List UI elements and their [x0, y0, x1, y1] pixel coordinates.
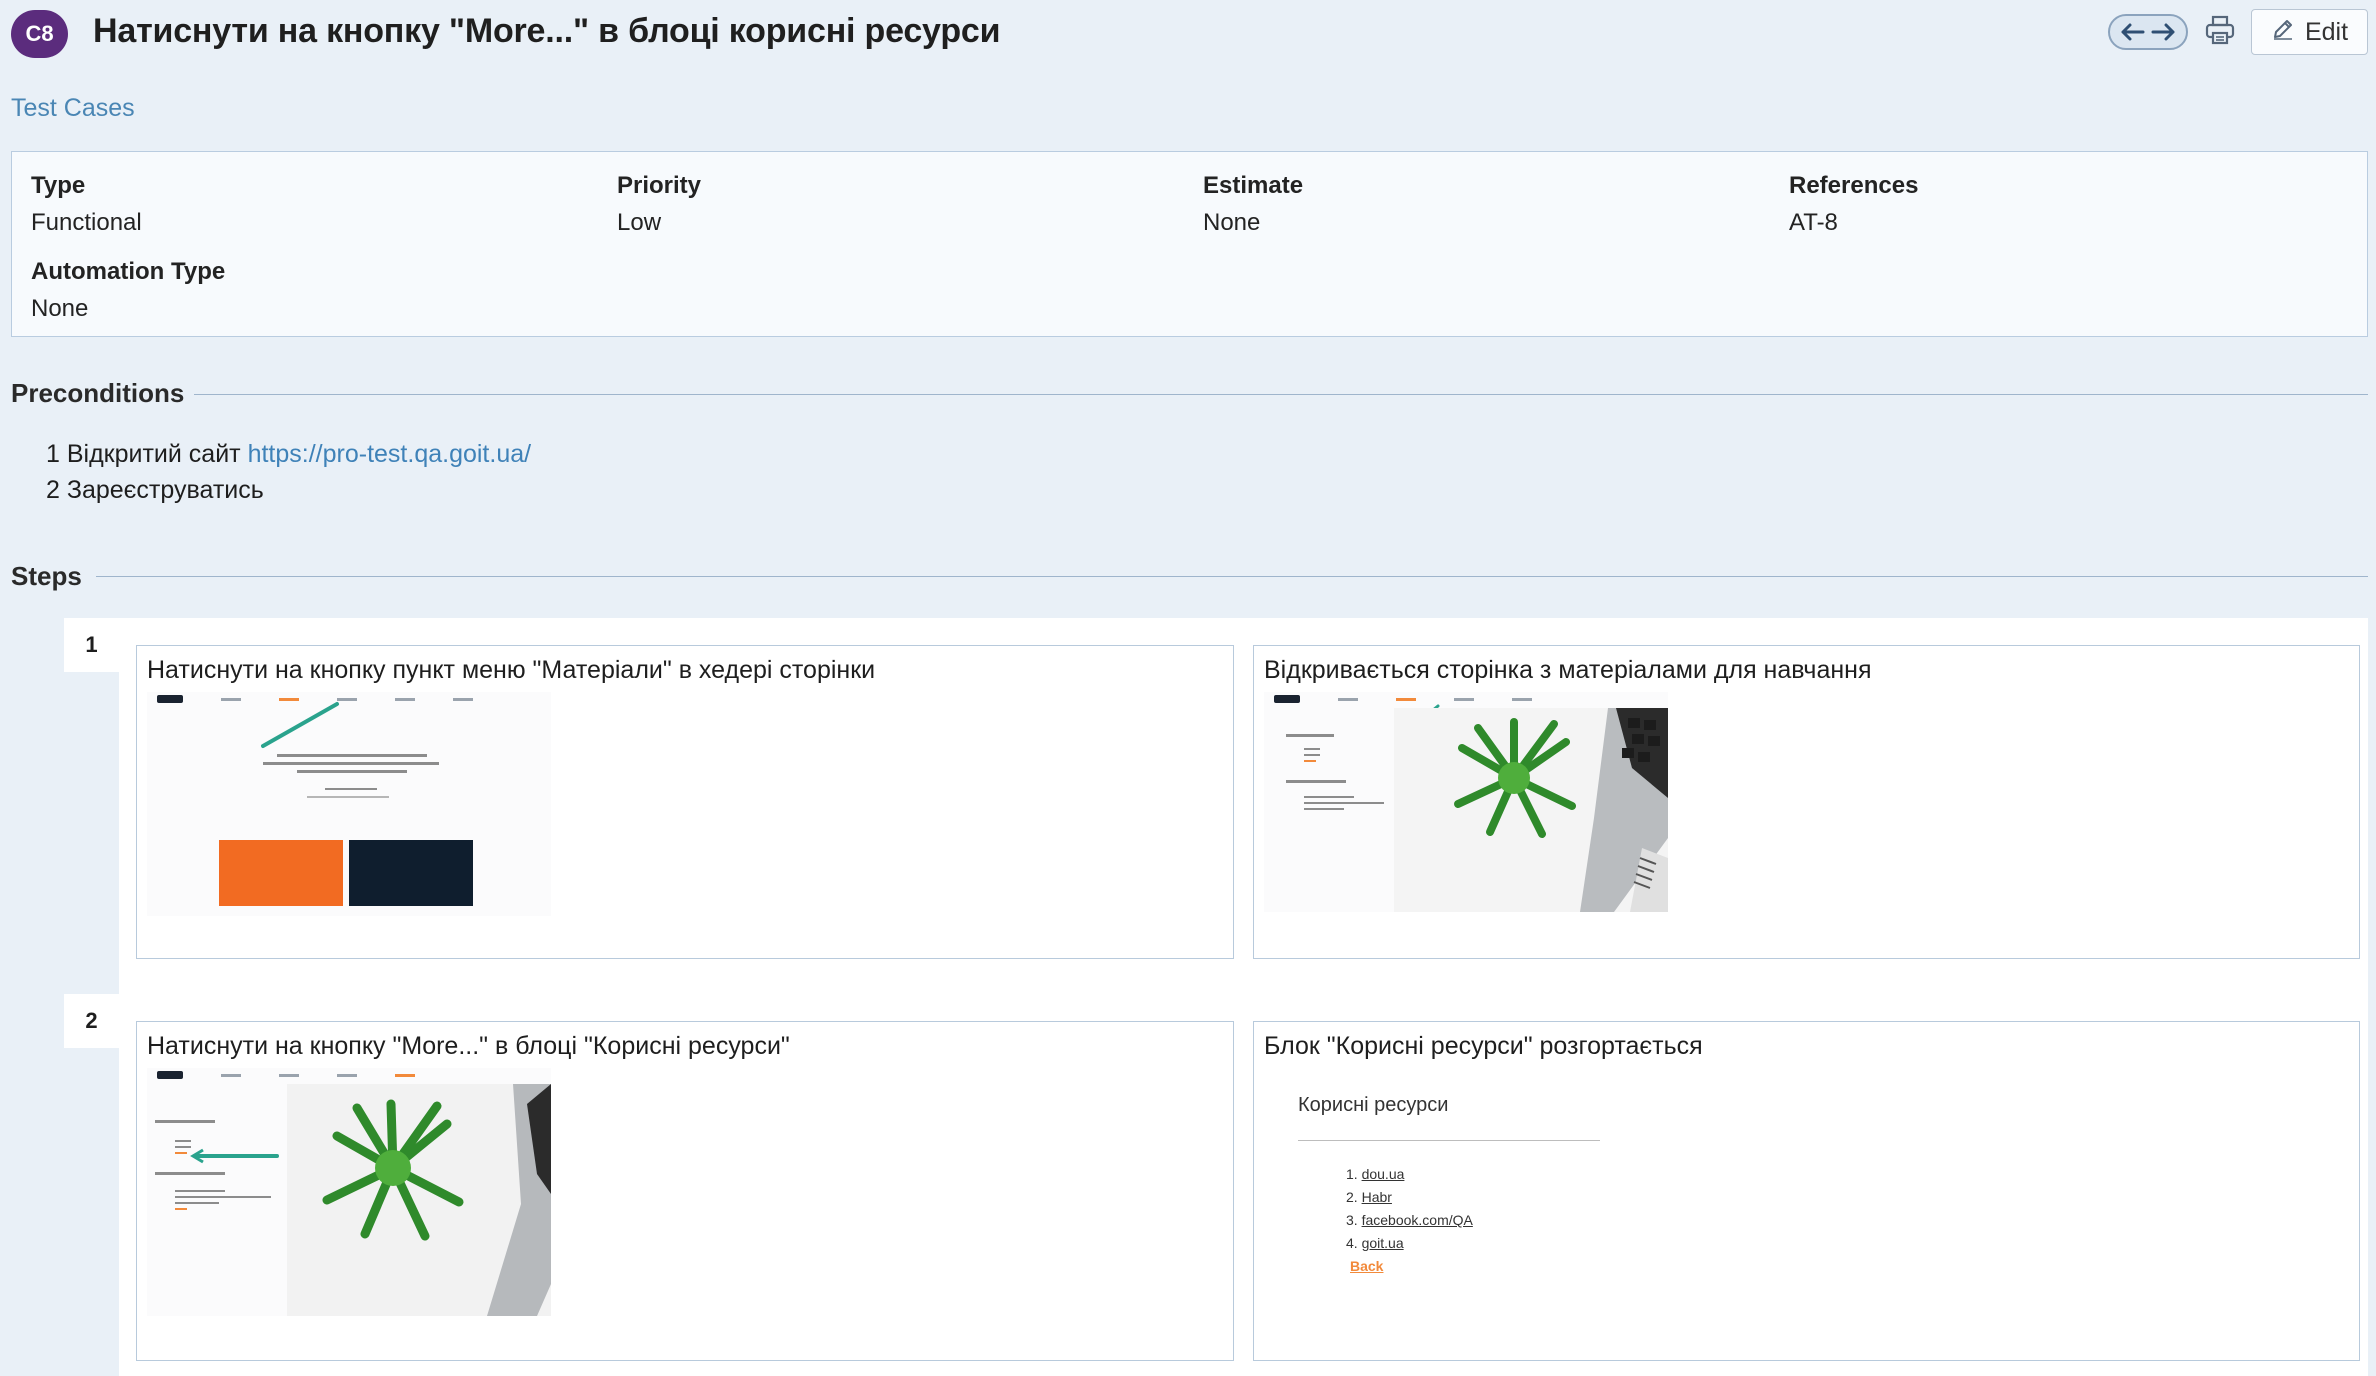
pencil-icon [2271, 17, 2295, 48]
resource-item: 2. Habr [1346, 1189, 1392, 1205]
field-references-value: AT-8 [1789, 209, 1838, 236]
step-1-expected-screenshot[interactable] [1264, 692, 1668, 912]
steps-list: 1 Натиснути на кнопку пункт меню "Матері… [64, 618, 2368, 1376]
arrow-right-icon[interactable] [2151, 22, 2177, 42]
field-estimate: Estimate None [1203, 172, 1303, 237]
field-estimate-label: Estimate [1203, 172, 1304, 199]
step-2-expected-text: Блок "Корисні ресурси" розгортається [1264, 1032, 1703, 1060]
field-references-label: References [1789, 172, 1919, 199]
precondition-1: 1 Відкритий сайт https://pro-test.qa.goi… [46, 440, 531, 469]
page-title: Натиснути на кнопку "More..." в блоці ко… [93, 12, 1001, 50]
edit-label: Edit [2304, 17, 2349, 46]
precondition-2: 2 Зареєструватись [46, 476, 264, 504]
preconditions-divider [194, 394, 2368, 395]
step-2-action-text: Натиснути на кнопку "More..." в блоці "К… [147, 1032, 790, 1060]
step-2-expected-screenshot[interactable]: Корисні ресурси 1. dou.ua 2. Habr 3. fac… [1264, 1068, 1668, 1304]
precondition-1-link[interactable]: https://pro-test.qa.goit.ua/ [248, 440, 532, 468]
step-1-expected: Відкривається сторінка з матеріалами для… [1253, 645, 2360, 959]
step-2-action-screenshot[interactable] [147, 1068, 551, 1316]
field-automation-type: Automation Type None [31, 258, 225, 323]
plant-laptop-photo [287, 1084, 551, 1316]
resource-item: 4. goit.ua [1346, 1235, 1404, 1251]
field-type: Type Functional [31, 172, 142, 237]
resource-item: 3. facebook.com/QA [1346, 1212, 1473, 1228]
step-2-expected: Блок "Корисні ресурси" розгортається Кор… [1253, 1021, 2360, 1361]
case-id-badge: C8 [11, 10, 68, 58]
field-priority-label: Priority [617, 172, 702, 199]
steps-divider [96, 576, 2368, 577]
qa-card [349, 840, 473, 906]
useful-resources-list: 1. dou.ua 2. Habr 3. facebook.com/QA 4. … [1346, 1166, 1473, 1274]
arrow-left-icon[interactable] [2119, 22, 2145, 42]
field-priority: Priority Low [617, 172, 701, 237]
theory-card [219, 840, 343, 906]
field-type-value: Functional [31, 209, 142, 236]
case-details-panel: Type Functional Priority Low Estimate No… [11, 151, 2368, 337]
step-1-action-screenshot[interactable] [147, 692, 551, 916]
step-number: 1 [64, 618, 119, 672]
useful-resources-divider [1298, 1140, 1600, 1141]
steps-title: Steps [11, 561, 82, 591]
resource-item: 1. dou.ua [1346, 1166, 1405, 1182]
field-automation-value: None [31, 295, 89, 322]
print-button[interactable] [2202, 14, 2238, 50]
page-header: C8 Натиснути на кнопку "More..." в блоці… [0, 0, 2376, 72]
step-2-action: Натиснути на кнопку "More..." в блоці "К… [136, 1021, 1234, 1361]
field-priority-value: Low [617, 209, 662, 236]
step-1-expected-text: Відкривається сторінка з матеріалами для… [1264, 656, 1872, 684]
plant-laptop-photo [1394, 708, 1668, 912]
edit-button[interactable]: Edit [2251, 9, 2368, 55]
field-estimate-value: None [1203, 209, 1261, 236]
prev-next-nav [2108, 14, 2188, 50]
back-link: Back [1350, 1258, 1384, 1274]
field-references: References AT-8 [1789, 172, 1918, 237]
step-1-action-text: Натиснути на кнопку пункт меню "Матеріал… [147, 656, 876, 684]
preconditions-title: Preconditions [11, 378, 185, 408]
printer-icon [2204, 14, 2236, 51]
precondition-1-text: 1 Відкритий сайт [46, 440, 241, 468]
field-automation-label: Automation Type [31, 258, 226, 285]
field-type-label: Type [31, 172, 86, 199]
useful-resources-heading: Корисні ресурси [1298, 1094, 1449, 1116]
step-1-action: Натиснути на кнопку пункт меню "Матеріал… [136, 645, 1234, 959]
breadcrumb-test-cases[interactable]: Test Cases [11, 94, 135, 123]
step-number: 2 [64, 994, 119, 1048]
